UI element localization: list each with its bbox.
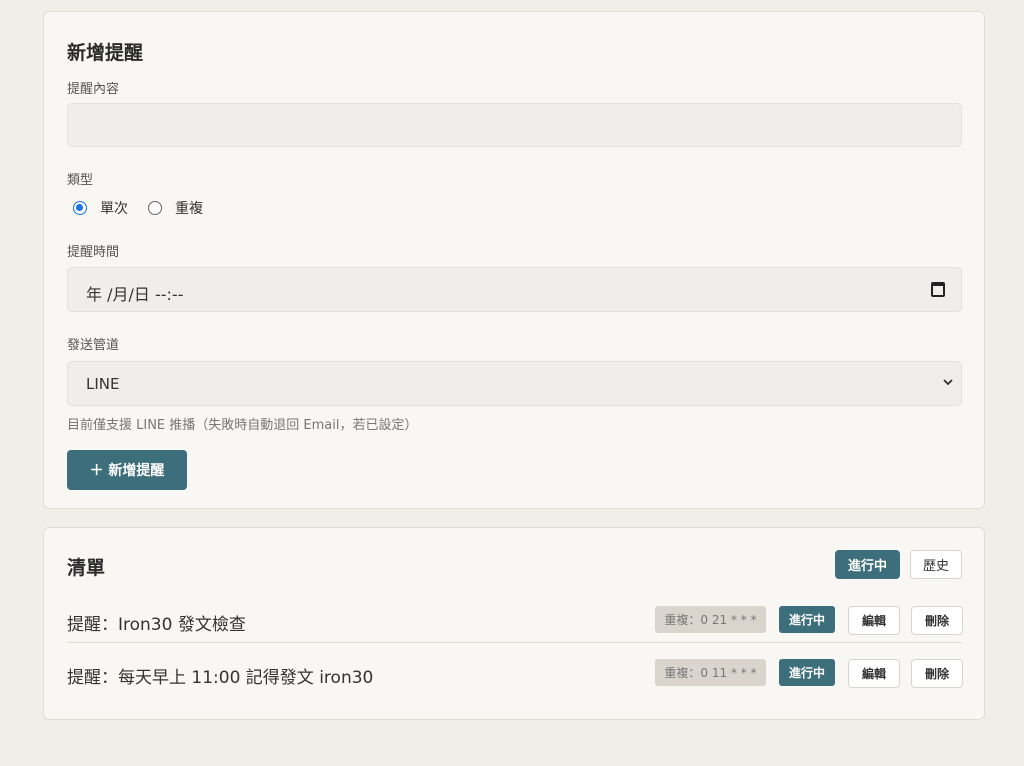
schedule-badge: 重複：0 11 * * * [655,659,766,686]
list-title: 清單 [67,557,106,579]
edit-button[interactable]: 編輯 [848,606,900,635]
channel-hint: 目前僅支援 LINE 推播（失敗時自動退回 Email，若已設定） [67,418,418,433]
list-item: 提醒：每天早上 11:00 記得發文 iron30 重複：0 11 * * * … [67,652,963,696]
reminder-text: 提醒：Iron30 發文檢查 [67,615,246,635]
datetime-placeholder: 年 /月/日 --:-- [86,285,184,304]
channel-selected-value: LINE [86,375,120,393]
status-badge: 進行中 [779,606,835,633]
chevron-down-icon [943,379,953,386]
type-radio-repeat[interactable] [148,201,162,215]
schedule-badge: 重複：0 21 * * * [655,606,766,633]
time-label: 提醒時間 [67,245,120,260]
type-radio-once[interactable] [73,201,87,215]
reminder-list-card: 清單 進行中 歷史 提醒：Iron30 發文檢查 重複：0 21 * * * 進… [43,527,985,720]
channel-label: 發送管道 [67,338,120,353]
datetime-input[interactable]: 年 /月/日 --:-- [67,267,962,312]
delete-button[interactable]: 刪除 [911,659,963,688]
content-label: 提醒內容 [67,82,120,97]
create-reminder-card: 新增提醒 提醒內容 類型 單次 重複 提醒時間 年 /月/日 --:-- 發送管… [43,11,985,509]
list-item: 提醒：Iron30 發文檢查 重複：0 21 * * * 進行中 編輯 刪除 [67,599,963,643]
status-badge: 進行中 [779,659,835,686]
calendar-icon[interactable] [931,282,945,297]
reminder-text: 提醒：每天早上 11:00 記得發文 iron30 [67,668,374,688]
delete-button[interactable]: 刪除 [911,606,963,635]
edit-button[interactable]: 編輯 [848,659,900,688]
tab-history[interactable]: 歷史 [910,550,962,579]
content-input[interactable] [67,103,962,147]
create-title: 新增提醒 [67,42,144,64]
channel-select[interactable]: LINE [67,361,962,406]
type-radio-group: 單次 重複 [67,199,217,217]
tab-active[interactable]: 進行中 [835,550,900,579]
type-repeat-label[interactable]: 重複 [175,198,203,218]
type-label: 類型 [67,173,94,188]
type-once-label[interactable]: 單次 [100,198,128,218]
add-reminder-button[interactable]: ＋ 新增提醒 [67,450,187,490]
